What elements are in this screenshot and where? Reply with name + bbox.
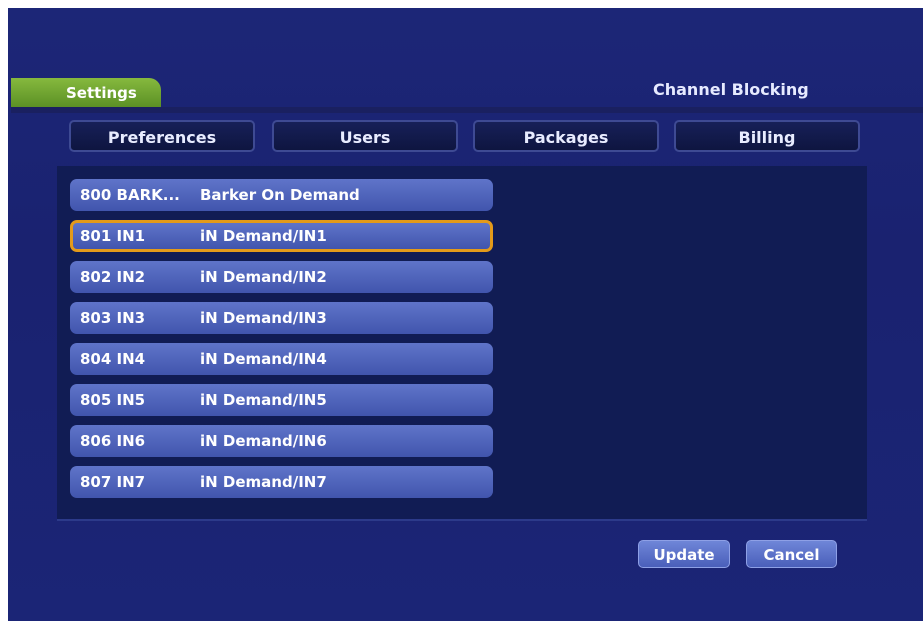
- channel-name: iN Demand/IN2: [200, 268, 327, 286]
- channel-name: iN Demand/IN3: [200, 309, 327, 327]
- tab-billing[interactable]: Billing: [674, 120, 860, 152]
- channel-number: 805 IN5: [80, 391, 146, 409]
- tab-users[interactable]: Users: [272, 120, 458, 152]
- channel-name: iN Demand/IN5: [200, 391, 327, 409]
- channel-row[interactable]: 804 IN4 iN Demand/IN4: [70, 343, 493, 375]
- channel-row[interactable]: 807 IN7 iN Demand/IN7: [70, 466, 493, 498]
- header-divider: [11, 107, 923, 113]
- channel-name: iN Demand/IN7: [200, 473, 327, 491]
- channel-name: Barker On Demand: [200, 186, 360, 204]
- channel-row[interactable]: 803 IN3 iN Demand/IN3: [70, 302, 493, 334]
- channel-number: 800 BARK...: [80, 186, 180, 204]
- channel-row-selected[interactable]: 801 IN1 iN Demand/IN1: [70, 220, 493, 252]
- channel-row[interactable]: 802 IN2 iN Demand/IN2: [70, 261, 493, 293]
- channel-number: 807 IN7: [80, 473, 146, 491]
- channel-number: 802 IN2: [80, 268, 146, 286]
- tv-screen: Settings Channel Blocking Preferences Us…: [8, 8, 923, 621]
- channel-name: iN Demand/IN4: [200, 350, 327, 368]
- channel-name: iN Demand/IN1: [200, 227, 327, 245]
- channel-list: 800 BARK... Barker On Demand 801 IN1 iN …: [57, 166, 867, 521]
- channel-name: iN Demand/IN6: [200, 432, 327, 450]
- channel-number: 804 IN4: [80, 350, 146, 368]
- settings-tab[interactable]: Settings: [11, 78, 161, 108]
- channel-number: 803 IN3: [80, 309, 146, 327]
- channel-row[interactable]: 806 IN6 iN Demand/IN6: [70, 425, 493, 457]
- cancel-button[interactable]: Cancel: [746, 540, 837, 568]
- channel-row[interactable]: 805 IN5 iN Demand/IN5: [70, 384, 493, 416]
- tab-packages[interactable]: Packages: [473, 120, 659, 152]
- page-title: Channel Blocking: [653, 80, 809, 99]
- tab-preferences[interactable]: Preferences: [69, 120, 255, 152]
- channel-number: 806 IN6: [80, 432, 146, 450]
- channel-number: 801 IN1: [80, 227, 146, 245]
- channel-row[interactable]: 800 BARK... Barker On Demand: [70, 179, 493, 211]
- update-button[interactable]: Update: [638, 540, 730, 568]
